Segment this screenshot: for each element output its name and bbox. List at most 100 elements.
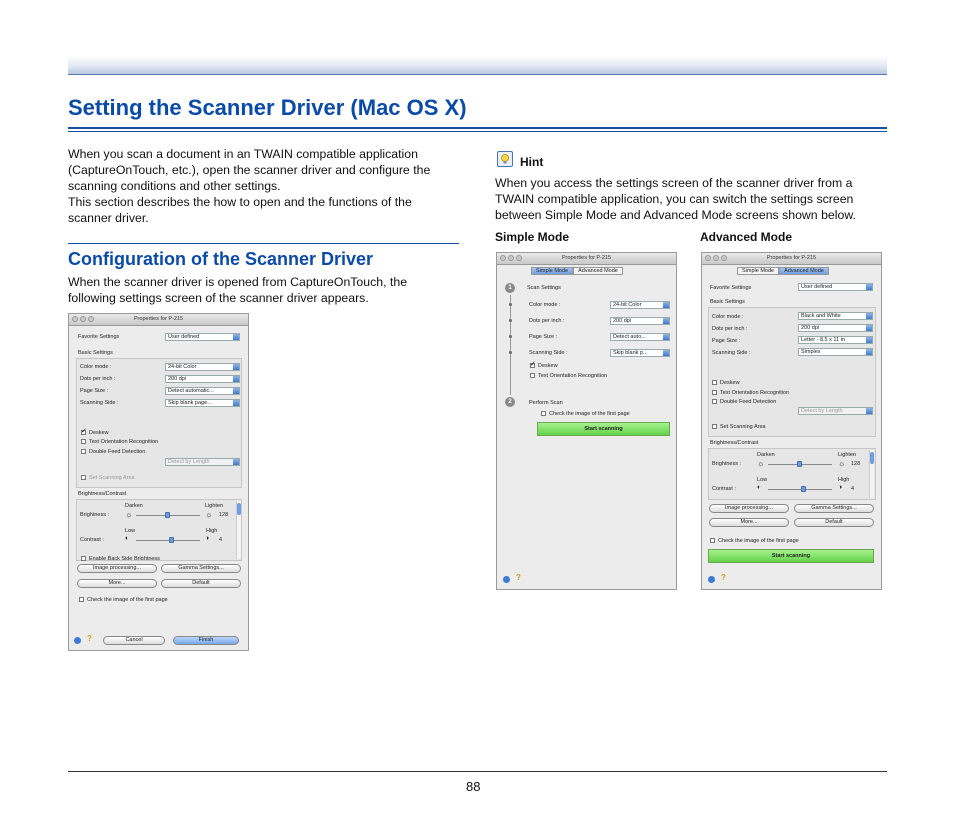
step-dot bbox=[509, 335, 512, 338]
help-icon[interactable]: ? bbox=[721, 573, 726, 582]
lighten-label: Lighten bbox=[205, 503, 224, 509]
tab-advanced-mode[interactable]: Advanced Mode bbox=[779, 267, 829, 275]
high-label: High bbox=[206, 528, 218, 534]
low-label: Low bbox=[125, 528, 136, 534]
brightness-knob[interactable] bbox=[165, 512, 170, 518]
check-image-checkbox[interactable] bbox=[710, 538, 715, 543]
detect-by-length-select[interactable]: Detect by Length bbox=[165, 458, 240, 466]
driver-dialog: Properties for P-215 Favorite Settings U… bbox=[68, 313, 249, 651]
scanning-side-label: Scanning Side : bbox=[529, 350, 568, 356]
gamma-settings-button[interactable]: Gamma Settings... bbox=[161, 564, 241, 573]
start-scanning-button[interactable]: Start scanning bbox=[708, 549, 874, 563]
hint-line: between Simple Mode and Advanced Mode sc… bbox=[495, 208, 856, 222]
set-scanning-area-checkbox[interactable] bbox=[81, 475, 86, 480]
detect-by-length-select[interactable]: Detect by Length bbox=[798, 407, 873, 415]
high-label: High bbox=[838, 477, 850, 483]
dpi-label: Dots per inch : bbox=[712, 326, 748, 332]
info-icon[interactable] bbox=[503, 576, 510, 583]
text-orientation-checkbox[interactable] bbox=[530, 373, 535, 378]
contrast-knob[interactable] bbox=[169, 537, 174, 543]
favorite-select[interactable]: User defined bbox=[165, 333, 240, 341]
check-image-checkbox[interactable] bbox=[541, 411, 546, 416]
deskew-checkbox[interactable] bbox=[81, 427, 87, 435]
info-icon[interactable] bbox=[708, 576, 715, 583]
settings-scrollbar[interactable] bbox=[236, 501, 241, 559]
intro-line: scanning conditions and other settings. bbox=[68, 179, 281, 193]
page-size-select[interactable]: Detect auto... bbox=[610, 333, 670, 341]
cancel-button[interactable]: Cancel bbox=[103, 636, 165, 645]
window-controls[interactable] bbox=[705, 255, 729, 266]
info-icon[interactable] bbox=[74, 637, 81, 644]
scanning-side-select[interactable]: Simplex bbox=[798, 348, 873, 356]
tab-simple-mode[interactable]: Simple Mode bbox=[531, 267, 574, 275]
contrast-slider[interactable] bbox=[768, 489, 832, 490]
deskew-checkbox[interactable] bbox=[712, 380, 717, 385]
favorite-select[interactable]: User defined bbox=[798, 283, 873, 291]
check-image-label: Check the image of the first page bbox=[718, 538, 799, 544]
enable-back-side-label: Enable Back Side Brightness bbox=[89, 556, 160, 560]
lighten-sun-icon: ☼ bbox=[205, 510, 213, 519]
dpi-select[interactable]: 200 dpi bbox=[798, 324, 873, 332]
text-orientation-checkbox[interactable] bbox=[81, 439, 86, 444]
image-processing-button[interactable]: Image processing... bbox=[709, 504, 789, 513]
darken-label: Darken bbox=[125, 503, 143, 509]
enable-back-side-checkbox[interactable] bbox=[81, 556, 86, 561]
image-processing-button[interactable]: Image processing... bbox=[77, 564, 157, 573]
tab-advanced-mode[interactable]: Advanced Mode bbox=[573, 267, 623, 275]
gamma-settings-button[interactable]: Gamma Settings... bbox=[794, 504, 874, 513]
color-mode-select[interactable]: 24-bit Color bbox=[610, 301, 670, 309]
color-mode-label: Color mode : bbox=[712, 314, 744, 320]
color-mode-label: Color mode : bbox=[80, 364, 112, 370]
double-feed-label: Double Feed Detection bbox=[89, 449, 146, 455]
dpi-select[interactable]: 200 dpi bbox=[165, 375, 240, 383]
set-scanning-area-checkbox[interactable] bbox=[712, 424, 717, 429]
basic-settings-label: Basic Settings bbox=[710, 299, 745, 305]
color-mode-select[interactable]: 24-bit Color bbox=[165, 363, 240, 371]
hint-line: When you access the settings screen of t… bbox=[495, 176, 853, 190]
deskew-checkbox[interactable] bbox=[530, 360, 536, 368]
darken-label: Darken bbox=[757, 452, 775, 458]
brightness-contrast-label: Brightness/Contrast bbox=[78, 491, 127, 497]
help-icon[interactable]: ? bbox=[87, 634, 92, 643]
advanced-mode-dialog: Properties for P-215 Simple Mode Advanced… bbox=[701, 252, 882, 590]
brightness-contrast-label: Brightness/Contrast bbox=[710, 440, 759, 446]
scanning-side-select[interactable]: Skip blank p... bbox=[610, 349, 670, 357]
color-mode-select[interactable]: Black and White bbox=[798, 312, 873, 320]
scanning-side-select[interactable]: Skip blank page... bbox=[165, 399, 240, 407]
default-button[interactable]: Default bbox=[794, 518, 874, 527]
more-button[interactable]: More... bbox=[709, 518, 789, 527]
double-feed-checkbox[interactable] bbox=[712, 399, 717, 404]
text-orientation-checkbox[interactable] bbox=[712, 390, 717, 395]
simple-mode-dialog: Properties for P-215 Simple Mode Advanced… bbox=[496, 252, 677, 590]
contrast-knob[interactable] bbox=[801, 486, 806, 492]
finish-button[interactable]: Finish bbox=[173, 636, 239, 645]
step-connector bbox=[510, 295, 511, 395]
header-bar bbox=[68, 56, 887, 75]
brightness-value: 128 bbox=[219, 512, 229, 518]
title-rule bbox=[68, 127, 887, 129]
page-size-select[interactable]: Detect automatic... bbox=[165, 387, 240, 395]
check-image-checkbox[interactable] bbox=[79, 597, 84, 602]
contrast-slider[interactable] bbox=[136, 540, 200, 541]
start-scanning-button[interactable]: Start scanning bbox=[537, 422, 670, 436]
contrast-value: 4 bbox=[851, 486, 855, 492]
section-rule bbox=[68, 243, 459, 244]
more-button[interactable]: More... bbox=[77, 579, 157, 588]
low-contrast-icon: ◐ bbox=[757, 484, 762, 491]
double-feed-checkbox[interactable] bbox=[81, 449, 86, 454]
tab-simple-mode[interactable]: Simple Mode bbox=[737, 267, 780, 275]
window-controls[interactable] bbox=[500, 255, 524, 266]
help-icon[interactable]: ? bbox=[516, 573, 521, 582]
dialog-title: Properties for P-215 bbox=[766, 255, 817, 261]
favorite-label: Favorite Settings bbox=[710, 285, 752, 291]
brightness-knob[interactable] bbox=[797, 461, 802, 467]
settings-scrollbar[interactable] bbox=[869, 450, 874, 498]
text-orientation-label: Text Orientation Recognition bbox=[538, 373, 608, 379]
default-button[interactable]: Default bbox=[161, 579, 241, 588]
deskew-label: Deskew bbox=[720, 380, 740, 386]
dpi-select[interactable]: 200 dpi bbox=[610, 317, 670, 325]
darken-sun-icon: ☼ bbox=[757, 459, 765, 468]
window-controls[interactable] bbox=[72, 316, 96, 327]
page-size-select[interactable]: Letter - 8.5 x 11 in bbox=[798, 336, 873, 344]
text-orientation-label: Text Orientation Recognition bbox=[89, 439, 159, 445]
